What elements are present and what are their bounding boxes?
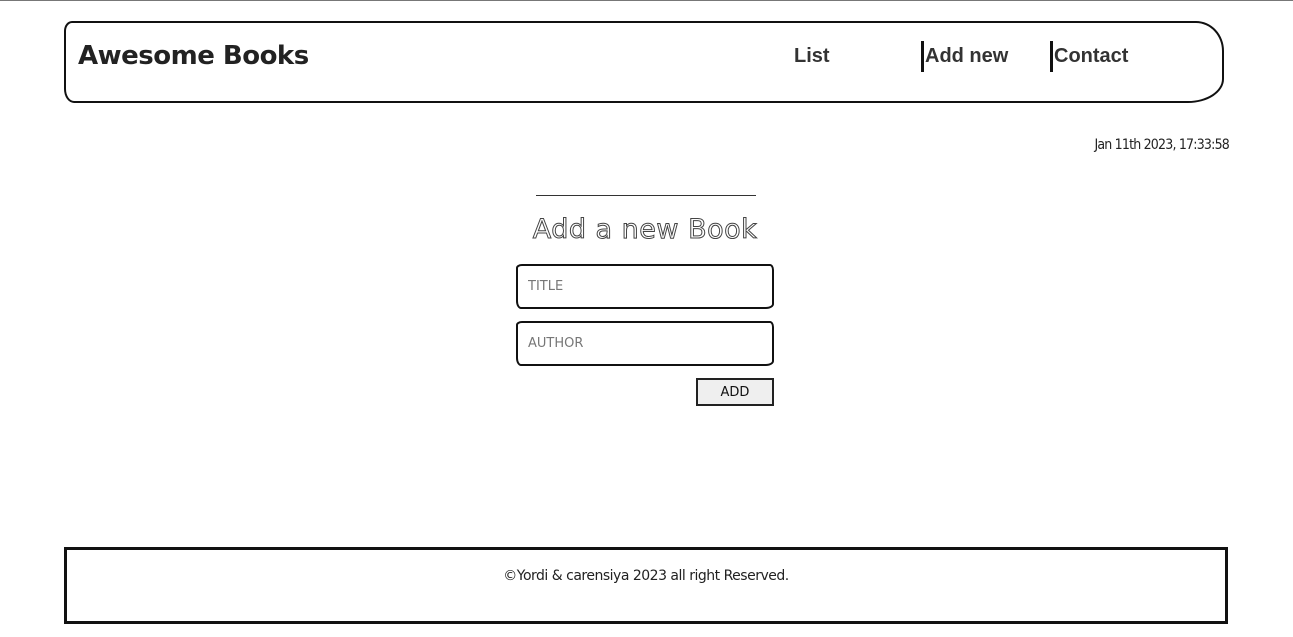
nav-contact-link[interactable]: Contact xyxy=(1050,41,1128,72)
copyright-text: ©Yordi & carensiya 2023 all right Reserv… xyxy=(503,568,789,584)
nav-list-link[interactable]: List xyxy=(794,41,830,72)
brand-logo: Awesome Books xyxy=(78,41,309,71)
title-input[interactable] xyxy=(516,264,774,309)
site-header: Awesome Books List Add new Contact xyxy=(64,21,1224,103)
add-book-heading: Add a new Book xyxy=(532,214,758,246)
author-input[interactable] xyxy=(516,321,774,366)
current-datetime: Jan 11th 2023, 17:33:58 xyxy=(1094,137,1229,153)
top-border-line xyxy=(0,0,1293,1)
section-divider xyxy=(536,195,756,196)
site-footer: ©Yordi & carensiya 2023 all right Reserv… xyxy=(64,547,1228,624)
nav-add-new-link[interactable]: Add new xyxy=(921,41,1008,72)
add-book-button[interactable]: ADD xyxy=(696,378,774,406)
